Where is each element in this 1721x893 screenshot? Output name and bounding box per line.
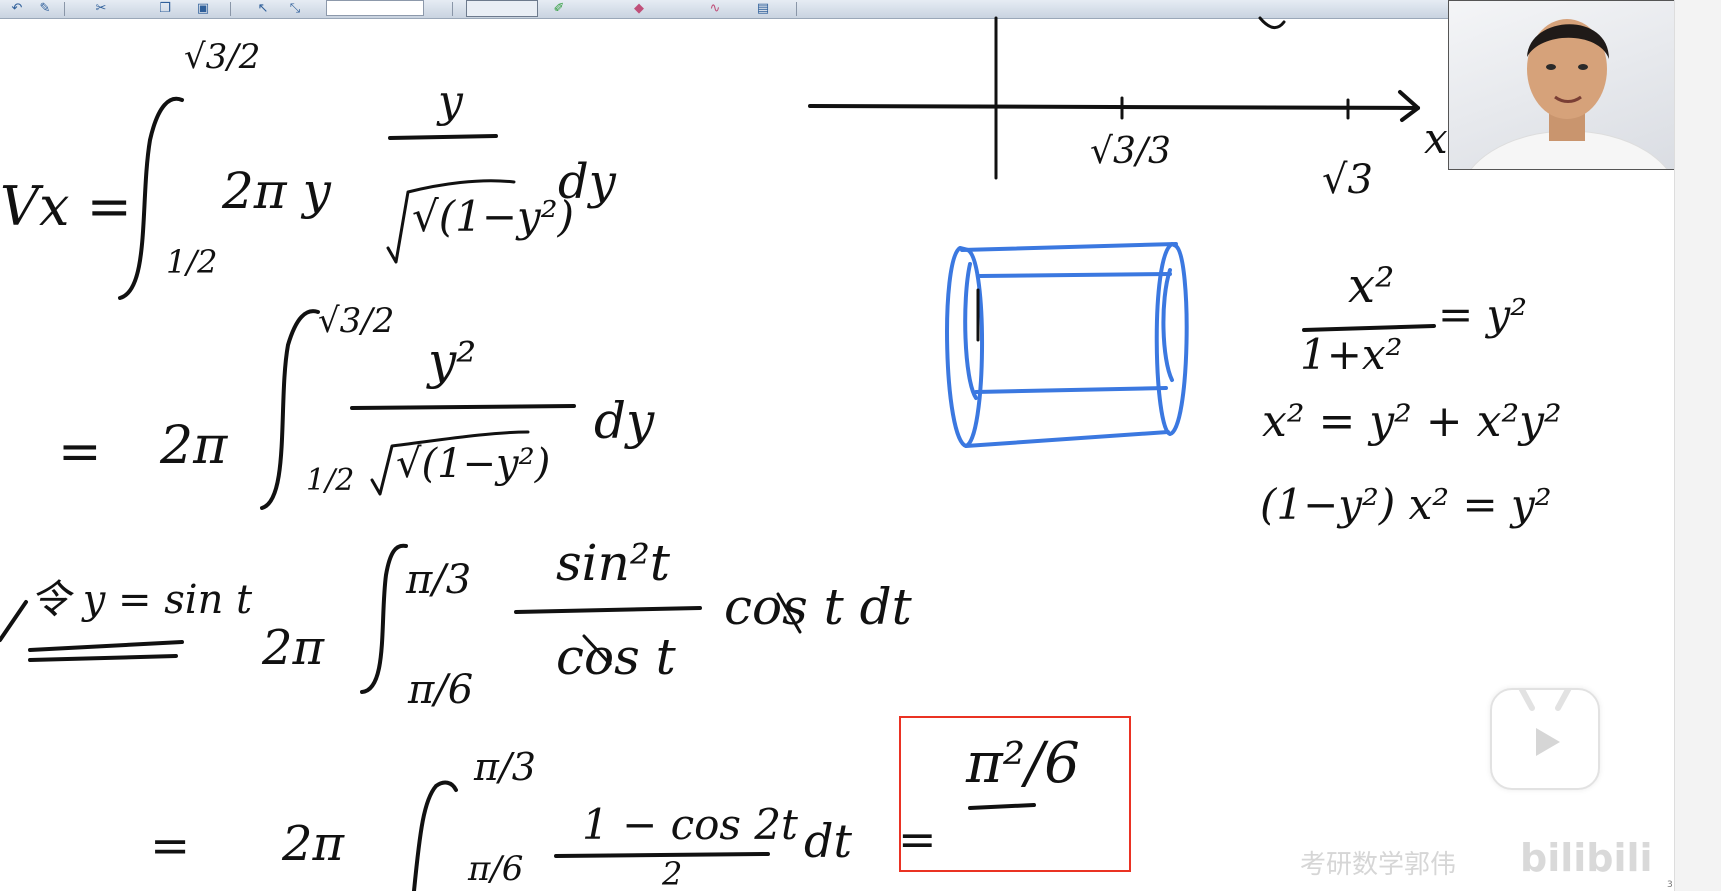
underline-2 xyxy=(28,654,178,662)
shell-top-edge xyxy=(960,242,1178,252)
integral-4-upper: π/3 xyxy=(474,745,536,789)
integral-1-lower: 1/2 xyxy=(166,243,218,281)
fraction-2-numerator: y² xyxy=(428,332,477,390)
vx-label: Vx = xyxy=(0,175,132,238)
shell-inner-top-edge xyxy=(978,272,1172,278)
shell-left-inner xyxy=(963,262,978,400)
page-number: 3 xyxy=(1667,880,1673,890)
x-axis-label: x xyxy=(1424,114,1448,163)
webcam-overlay xyxy=(1448,0,1676,170)
line-3-coefficient: 2π xyxy=(262,620,325,676)
integral-2-lower: 1/2 xyxy=(306,463,355,498)
integral-1-upper: √3/2 xyxy=(184,37,261,77)
fraction-bar-1 xyxy=(388,134,498,140)
side-numerator: x² xyxy=(1348,258,1395,314)
watermark-text: 考研数学郭伟 xyxy=(1300,850,1457,880)
integral-3-upper: π/3 xyxy=(406,557,472,603)
side-equation-3: (1−y²) x² = y² xyxy=(1260,480,1552,529)
integral-sign-3 xyxy=(360,543,408,694)
fraction-2-denominator: √(1−y²) xyxy=(396,441,551,487)
substitution-note: 令 y = sin t xyxy=(30,577,253,623)
underline-1 xyxy=(28,640,184,652)
bilibili-logo: bilibili xyxy=(1520,836,1653,880)
integral-2-differential: dy xyxy=(594,392,655,450)
side-equation-2: x² = y² + x²y² xyxy=(1262,396,1562,447)
tick-label-2: √3 xyxy=(1322,157,1373,203)
right-edge-panel xyxy=(1674,0,1721,891)
presenter-avatar xyxy=(1470,19,1668,169)
side-denominator: 1+x² xyxy=(1300,330,1403,379)
line-2-equals: = xyxy=(58,422,102,482)
line-4-equals: = xyxy=(150,818,191,874)
fraction-4-denominator: 2 xyxy=(662,855,683,893)
fraction-1-denominator: √(1−y²) xyxy=(412,192,575,241)
fraction-bar-2 xyxy=(350,404,576,410)
shell-inner-bottom-edge xyxy=(974,386,1168,394)
curve-fragment xyxy=(1258,16,1286,29)
fraction-bar-3 xyxy=(514,606,702,614)
note-slash xyxy=(0,600,28,642)
integral-1-body: 2π y xyxy=(222,162,331,220)
answer-value: π²/6 xyxy=(966,731,1080,796)
fraction-1-numerator: y xyxy=(438,76,463,127)
fraction-3-denominator: cos t xyxy=(556,628,676,686)
integral-1-differential: dy xyxy=(558,154,616,210)
x-axis-line xyxy=(808,104,1420,110)
line-4-coefficient: 2π xyxy=(282,816,345,872)
tick-label-1: √3/3 xyxy=(1090,131,1171,172)
line-3-tail: cos t dt xyxy=(724,578,912,636)
integral-sign-4 xyxy=(412,780,458,891)
play-button[interactable] xyxy=(1490,683,1600,790)
integral-4-lower: π/6 xyxy=(468,849,524,889)
fraction-3-numerator: sin²t xyxy=(556,534,670,592)
shell-bottom-edge xyxy=(964,430,1170,448)
integral-2-upper: √3/2 xyxy=(318,301,395,341)
line-4-differential: dt xyxy=(804,814,852,868)
fraction-4-numerator: 1 − cos 2t xyxy=(582,800,798,849)
line-2-coefficient: 2π xyxy=(160,416,228,476)
shell-right-inner xyxy=(1161,268,1174,382)
integral-3-lower: π/6 xyxy=(408,667,474,713)
side-rhs: = y² xyxy=(1438,290,1528,339)
play-icon xyxy=(1517,683,1573,756)
